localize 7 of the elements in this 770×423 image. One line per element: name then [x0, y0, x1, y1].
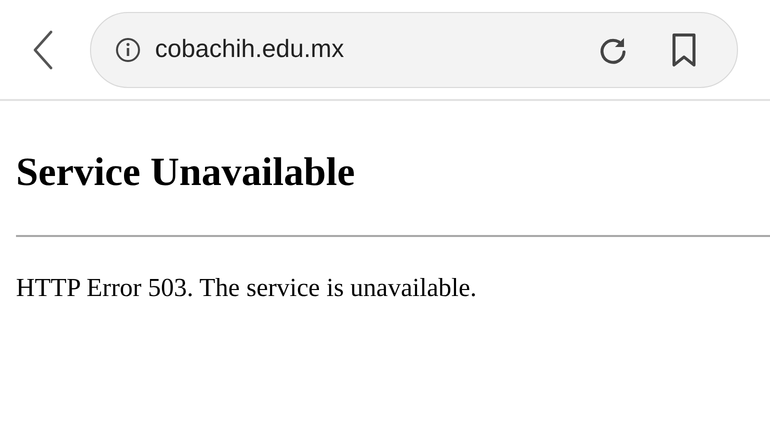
bookmark-icon[interactable]: [671, 32, 697, 66]
error-message: HTTP Error 503. The service is unavailable.: [16, 273, 477, 303]
back-icon[interactable]: [32, 30, 54, 70]
address-bar[interactable]: cobachih.edu.mx: [90, 12, 738, 88]
url-text: cobachih.edu.mx: [155, 35, 346, 64]
info-icon[interactable]: [115, 36, 141, 62]
page-heading: Service Unavailable: [16, 149, 355, 195]
